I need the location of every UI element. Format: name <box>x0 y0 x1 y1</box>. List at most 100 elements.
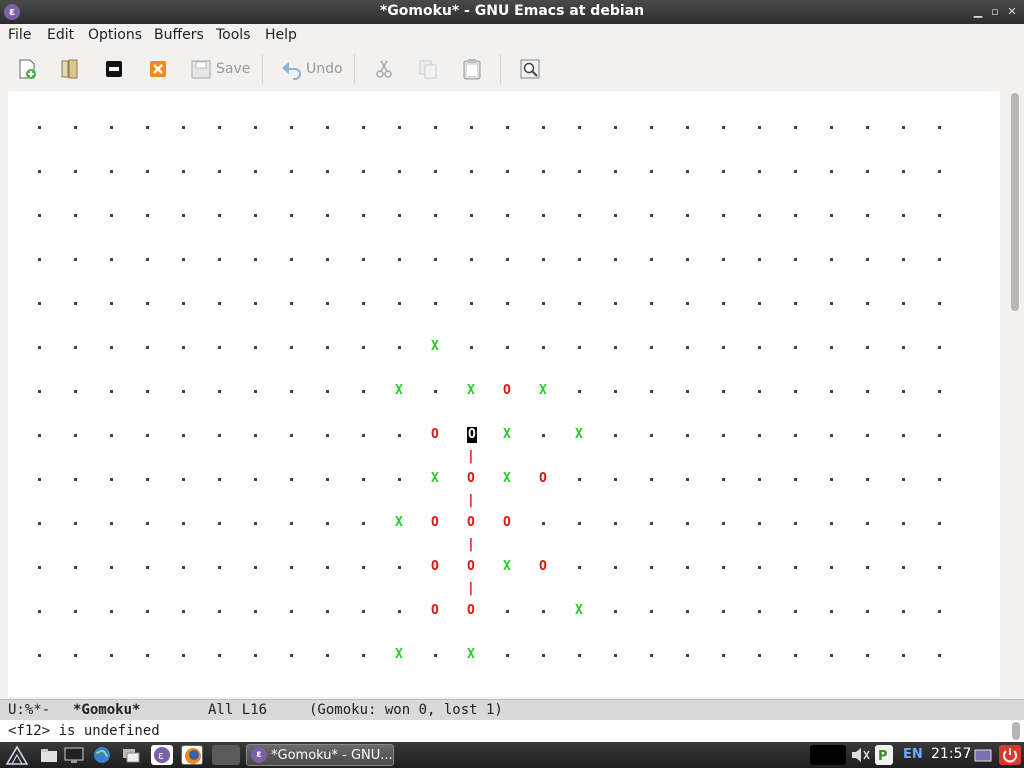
power-icon[interactable] <box>999 745 1021 765</box>
vertical-scrollbar[interactable] <box>1008 91 1022 697</box>
board-cell[interactable] <box>686 126 689 129</box>
board-cell[interactable] <box>686 302 689 305</box>
file-manager-icon[interactable] <box>38 745 60 765</box>
board-cell[interactable] <box>686 390 689 393</box>
board-cell[interactable] <box>254 522 257 525</box>
board-cell[interactable] <box>650 346 653 349</box>
board-cell[interactable] <box>218 346 221 349</box>
board-cell[interactable] <box>38 478 41 481</box>
board-cell[interactable] <box>578 390 581 393</box>
board-cell[interactable] <box>866 434 869 437</box>
board-cell[interactable] <box>254 610 257 613</box>
stone-o[interactable]: O <box>539 471 547 487</box>
board-cell[interactable] <box>794 522 797 525</box>
board-cell[interactable] <box>758 390 761 393</box>
board-cell[interactable] <box>902 258 905 261</box>
board-cell[interactable] <box>866 478 869 481</box>
stone-x[interactable]: X <box>395 647 403 663</box>
board-cell[interactable] <box>722 610 725 613</box>
board-cell[interactable] <box>866 390 869 393</box>
board-cell[interactable] <box>38 302 41 305</box>
board-cell[interactable] <box>902 214 905 217</box>
board-cell[interactable] <box>650 654 653 657</box>
board-cell[interactable] <box>434 654 437 657</box>
board-cell[interactable] <box>614 258 617 261</box>
board-cell[interactable] <box>218 478 221 481</box>
board-cell[interactable] <box>506 126 509 129</box>
board-cell[interactable] <box>794 214 797 217</box>
board-cell[interactable] <box>794 346 797 349</box>
board-cell[interactable] <box>614 610 617 613</box>
board-cell[interactable] <box>938 126 941 129</box>
firefox-icon[interactable] <box>181 745 203 765</box>
menu-buffers[interactable]: Buffers <box>154 27 204 43</box>
board-cell[interactable] <box>38 214 41 217</box>
board-cell[interactable] <box>74 654 77 657</box>
board-cell[interactable] <box>398 478 401 481</box>
board-cell[interactable] <box>434 390 437 393</box>
board-cell[interactable] <box>650 258 653 261</box>
board-cell[interactable] <box>218 126 221 129</box>
board-cell[interactable] <box>398 302 401 305</box>
board-cell[interactable] <box>38 610 41 613</box>
board-cell[interactable] <box>254 654 257 657</box>
board-cell[interactable] <box>614 214 617 217</box>
board-cell[interactable] <box>542 522 545 525</box>
board-cell[interactable] <box>578 522 581 525</box>
board-cell[interactable] <box>362 214 365 217</box>
board-cell[interactable] <box>830 434 833 437</box>
board-cell[interactable] <box>398 346 401 349</box>
board-cell[interactable] <box>326 566 329 569</box>
board-cell[interactable] <box>110 522 113 525</box>
board-cell[interactable] <box>182 610 185 613</box>
board-cell[interactable] <box>614 434 617 437</box>
board-cell[interactable] <box>218 566 221 569</box>
board-cell[interactable] <box>722 258 725 261</box>
board-cell[interactable] <box>182 390 185 393</box>
modeline-mode[interactable]: (Gomoku: won 0, lost 1) <box>309 702 503 718</box>
new-file-button[interactable] <box>16 56 38 82</box>
board-cell[interactable] <box>74 522 77 525</box>
board-cell[interactable] <box>506 258 509 261</box>
board-cell[interactable] <box>290 346 293 349</box>
paste-button[interactable] <box>461 56 483 82</box>
board-cell[interactable] <box>398 258 401 261</box>
board-cell[interactable] <box>614 390 617 393</box>
board-cell[interactable] <box>398 170 401 173</box>
board-cell[interactable] <box>686 566 689 569</box>
board-cell[interactable] <box>218 390 221 393</box>
board-cell[interactable] <box>614 522 617 525</box>
board-cell[interactable] <box>326 170 329 173</box>
board-cell[interactable] <box>146 346 149 349</box>
board-cell[interactable] <box>146 170 149 173</box>
board-cell[interactable] <box>938 566 941 569</box>
board-cell[interactable] <box>794 302 797 305</box>
board-cell[interactable] <box>290 654 293 657</box>
board-cell[interactable] <box>938 478 941 481</box>
board-cell[interactable] <box>830 522 833 525</box>
menu-help[interactable]: Help <box>265 27 297 43</box>
stone-x[interactable]: X <box>431 471 439 487</box>
board-cell[interactable] <box>362 654 365 657</box>
board-cell[interactable] <box>578 478 581 481</box>
stone-x[interactable]: X <box>575 603 583 619</box>
board-cell[interactable] <box>578 126 581 129</box>
board-cell[interactable] <box>74 478 77 481</box>
stone-o[interactable]: O <box>467 471 475 487</box>
board-cell[interactable] <box>614 478 617 481</box>
board-cell[interactable] <box>506 346 509 349</box>
board-cell[interactable] <box>722 478 725 481</box>
board-cell[interactable] <box>182 214 185 217</box>
board-cell[interactable] <box>146 478 149 481</box>
board-cell[interactable] <box>686 170 689 173</box>
board-cell[interactable] <box>218 654 221 657</box>
board-cell[interactable] <box>362 346 365 349</box>
board-cell[interactable] <box>794 126 797 129</box>
board-cell[interactable] <box>218 302 221 305</box>
board-cell[interactable] <box>398 566 401 569</box>
board-cell[interactable] <box>434 126 437 129</box>
board-cell[interactable] <box>290 302 293 305</box>
menu-edit[interactable]: Edit <box>47 27 74 43</box>
board-cell[interactable] <box>398 214 401 217</box>
board-cursor[interactable]: O <box>467 427 477 443</box>
